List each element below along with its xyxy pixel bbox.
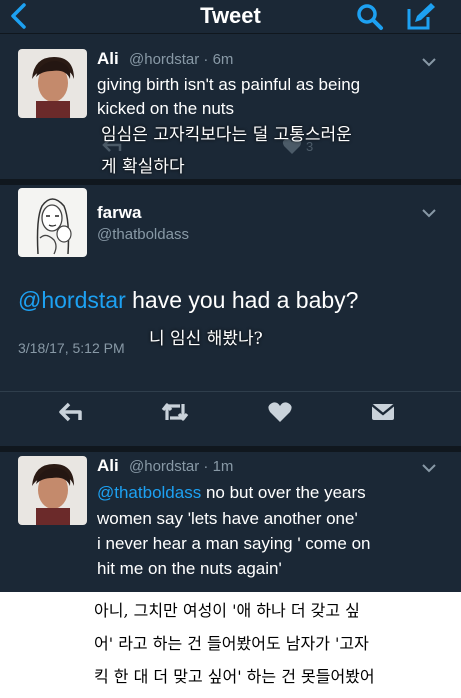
- tweet1-handle-time[interactable]: @hordstar · 6m: [129, 51, 233, 68]
- dm-icon[interactable]: [370, 400, 396, 424]
- tweet3-text-line1: @thatboldass no but over the years: [97, 481, 366, 504]
- bottom-caption-line1: 아니, 그치만 여성이 '애 하나 더 갖고 싶: [94, 601, 360, 620]
- tweet1-text-line1: giving birth isn't as painful as being: [97, 75, 361, 94]
- avatar-ali[interactable]: [18, 456, 87, 525]
- tweet3-author-name[interactable]: Ali: [97, 456, 119, 476]
- chevron-down-icon[interactable]: [421, 208, 437, 218]
- tweet2-timestamp: 3/18/17, 5:12 PM: [18, 340, 125, 356]
- avatar-farwa-image: [18, 188, 87, 257]
- tweet3-mention-link[interactable]: @thatboldass: [97, 483, 201, 502]
- tweet1-text-line2: kicked on the nuts: [97, 99, 235, 118]
- like-icon[interactable]: [267, 400, 293, 424]
- tweet2-handle[interactable]: @thatboldass: [97, 226, 189, 243]
- bottom-caption-line2: 어' 라고 하는 건 들어봤어도 남자가 '고자: [94, 634, 369, 653]
- nav-bar: Tweet: [0, 0, 461, 34]
- chevron-down-icon[interactable]: [421, 463, 437, 473]
- tweet1-caption-line2: 게 확실하다: [101, 157, 185, 177]
- tweet2-text-rest: have you had a baby?: [125, 287, 359, 313]
- tweet2-text: @hordstar have you had a baby?: [18, 287, 358, 314]
- tweet1-caption-line1: 임심은 고자킥보다는 덜 고통스러운: [101, 125, 352, 145]
- bottom-caption-line3: 킥 한 대 더 맞고 싶어' 하는 건 못들어봤어: [94, 667, 375, 686]
- tweet-divider: [0, 179, 461, 185]
- avatar-farwa[interactable]: [18, 188, 87, 257]
- tweet3-text-line3: i never hear a man saying ' come on: [97, 534, 371, 553]
- tweet2-action-bar: [0, 391, 461, 431]
- tweet2-caption: 니 임신 해봤나?: [149, 329, 263, 349]
- avatar-ali-image: [18, 456, 87, 525]
- tweet-screen: Tweet Ali @hordstar · 6m giving birth is…: [0, 0, 461, 592]
- nav-title: Tweet: [200, 3, 261, 28]
- tweet1-author-name[interactable]: Ali: [97, 49, 119, 69]
- avatar-ali[interactable]: [18, 49, 87, 118]
- avatar-ali-image: [18, 49, 87, 118]
- compose-icon[interactable]: [405, 1, 437, 31]
- tweet2-author-name[interactable]: farwa: [97, 203, 141, 223]
- search-icon[interactable]: [356, 3, 384, 31]
- tweet3-text-line4: hit me on the nuts again': [97, 559, 282, 578]
- chevron-down-icon[interactable]: [421, 57, 437, 67]
- tweet3-text-line2: women say 'lets have another one': [97, 509, 358, 528]
- reply-icon[interactable]: [58, 400, 84, 424]
- tweet2-mention-link[interactable]: @hordstar: [18, 287, 126, 313]
- tweet3-text-line1-rest: no but over the years: [201, 483, 366, 502]
- tweet-divider: [0, 446, 461, 452]
- tweet3-handle-time[interactable]: @hordstar · 1m: [129, 458, 233, 475]
- retweet-icon[interactable]: [160, 400, 190, 424]
